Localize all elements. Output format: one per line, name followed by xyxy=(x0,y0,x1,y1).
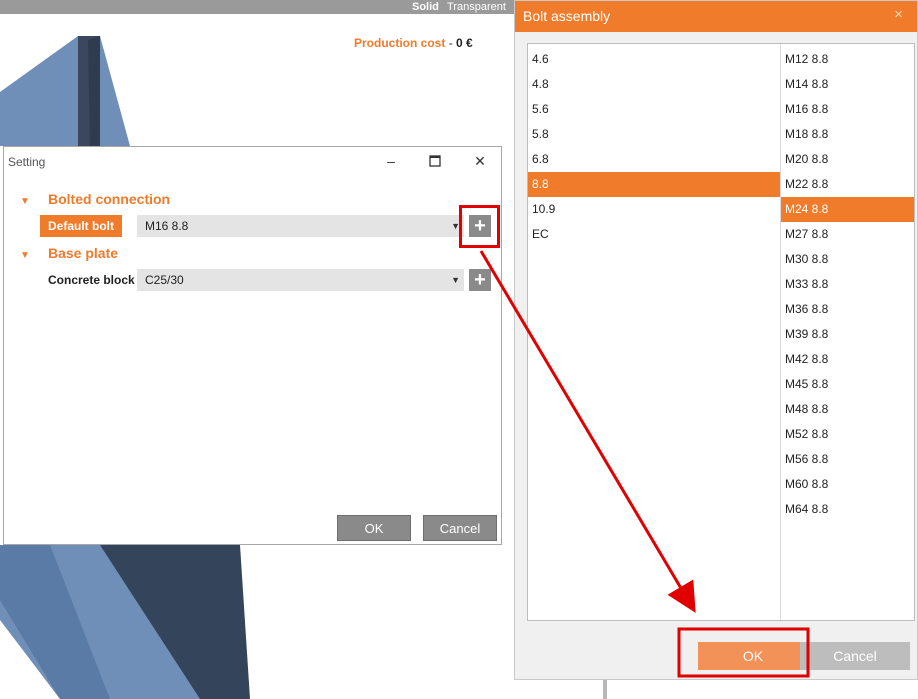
grade-list-item[interactable]: 4.8 xyxy=(528,72,780,97)
highlight-frame xyxy=(459,205,500,248)
size-list-item[interactable]: M16 8.8 xyxy=(781,97,914,122)
bolt-dialog-header: Bolt assembly × xyxy=(515,1,917,32)
grade-list-item[interactable]: 6.8 xyxy=(528,147,780,172)
concrete-block-value: C25/30 xyxy=(145,273,184,287)
size-list-item[interactable]: M64 8.8 xyxy=(781,497,914,522)
add-concrete-icon[interactable]: + xyxy=(469,269,491,291)
chevron-down-icon[interactable]: ▼ xyxy=(451,269,460,291)
close-icon[interactable]: × xyxy=(894,6,903,23)
setting-dialog-title: Setting xyxy=(8,155,46,169)
size-list-item[interactable]: M12 8.8 xyxy=(781,47,914,72)
size-list-item[interactable]: M52 8.8 xyxy=(781,422,914,447)
cancel-button[interactable]: Cancel xyxy=(800,642,910,670)
size-list-item[interactable]: M20 8.8 xyxy=(781,147,914,172)
size-list-item[interactable]: M30 8.8 xyxy=(781,247,914,272)
grade-list[interactable]: 4.6 4.8 5.6 5.8 6.8 8.8 10.9 EC xyxy=(528,44,781,620)
minimize-icon[interactable]: – xyxy=(381,151,401,171)
section-bolted-connection[interactable]: ▼ Bolted connection xyxy=(20,191,170,207)
default-bolt-label[interactable]: Default bolt xyxy=(40,215,122,237)
production-cost-value: 0 € xyxy=(456,36,473,50)
ok-button[interactable]: OK xyxy=(337,515,411,541)
grade-list-item[interactable]: EC xyxy=(528,222,780,247)
grade-list-item[interactable]: 4.6 xyxy=(528,47,780,72)
size-list[interactable]: M12 8.8 M14 8.8 M16 8.8 M18 8.8 M20 8.8 M22 8… xyxy=(781,44,914,620)
grade-list-item[interactable]: 10.9 xyxy=(528,197,780,222)
grade-list-item[interactable]: 5.8 xyxy=(528,122,780,147)
size-list-item[interactable]: M18 8.8 xyxy=(781,122,914,147)
setting-dialog: Setting – ✕ ▼ Bolted connection Default b… xyxy=(3,146,502,545)
collapse-triangle-icon[interactable]: ▼ xyxy=(20,250,34,261)
concrete-block-label: Concrete block xyxy=(48,273,135,287)
size-list-item[interactable]: M22 8.8 xyxy=(781,172,914,197)
size-list-item[interactable]: M60 8.8 xyxy=(781,472,914,497)
size-list-item[interactable]: M27 8.8 xyxy=(781,222,914,247)
default-bolt-select[interactable]: M16 8.8 ▼ xyxy=(137,215,464,237)
bolt-assembly-dialog: Bolt assembly × 4.6 4.8 5.6 5.8 6.8 8.8 10.9 EC… xyxy=(514,0,918,680)
grade-list-item[interactable]: 5.6 xyxy=(528,97,780,122)
bolt-dialog-title: Bolt assembly xyxy=(523,8,611,24)
production-cost-label: Production cost xyxy=(354,36,446,50)
size-list-item[interactable]: M48 8.8 xyxy=(781,397,914,422)
production-cost-separator: - xyxy=(448,36,453,50)
default-bolt-value: M16 8.8 xyxy=(145,219,189,233)
size-list-item[interactable]: M24 8.8 xyxy=(781,197,914,222)
bolt-lists: 4.6 4.8 5.6 5.8 6.8 8.8 10.9 EC M12 8.8 M14 8.8 M… xyxy=(527,43,915,621)
size-list-item[interactable]: M45 8.8 xyxy=(781,372,914,397)
collapse-triangle-icon[interactable]: ▼ xyxy=(20,196,34,207)
size-list-item[interactable]: M56 8.8 xyxy=(781,447,914,472)
cancel-button[interactable]: Cancel xyxy=(423,515,497,541)
grade-list-item[interactable]: 8.8 xyxy=(528,172,780,197)
section-label: Bolted connection xyxy=(48,191,171,207)
concrete-block-select[interactable]: C25/30 ▼ xyxy=(137,269,464,291)
size-list-item[interactable]: M14 8.8 xyxy=(781,72,914,97)
size-list-item[interactable]: M36 8.8 xyxy=(781,297,914,322)
size-list-item[interactable]: M33 8.8 xyxy=(781,272,914,297)
view-transparent-tab[interactable]: Transparent xyxy=(447,0,506,14)
size-list-item[interactable]: M42 8.8 xyxy=(781,347,914,372)
ok-button[interactable]: OK xyxy=(698,642,808,670)
view-solid-tab[interactable]: Solid xyxy=(412,0,439,14)
section-base-plate[interactable]: ▼ Base plate xyxy=(20,245,118,261)
production-cost: Production cost - 0 € xyxy=(354,36,473,50)
size-list-item[interactable]: M39 8.8 xyxy=(781,322,914,347)
maximize-icon[interactable] xyxy=(425,151,445,171)
section-label: Base plate xyxy=(48,245,119,261)
close-icon[interactable]: ✕ xyxy=(470,151,490,171)
